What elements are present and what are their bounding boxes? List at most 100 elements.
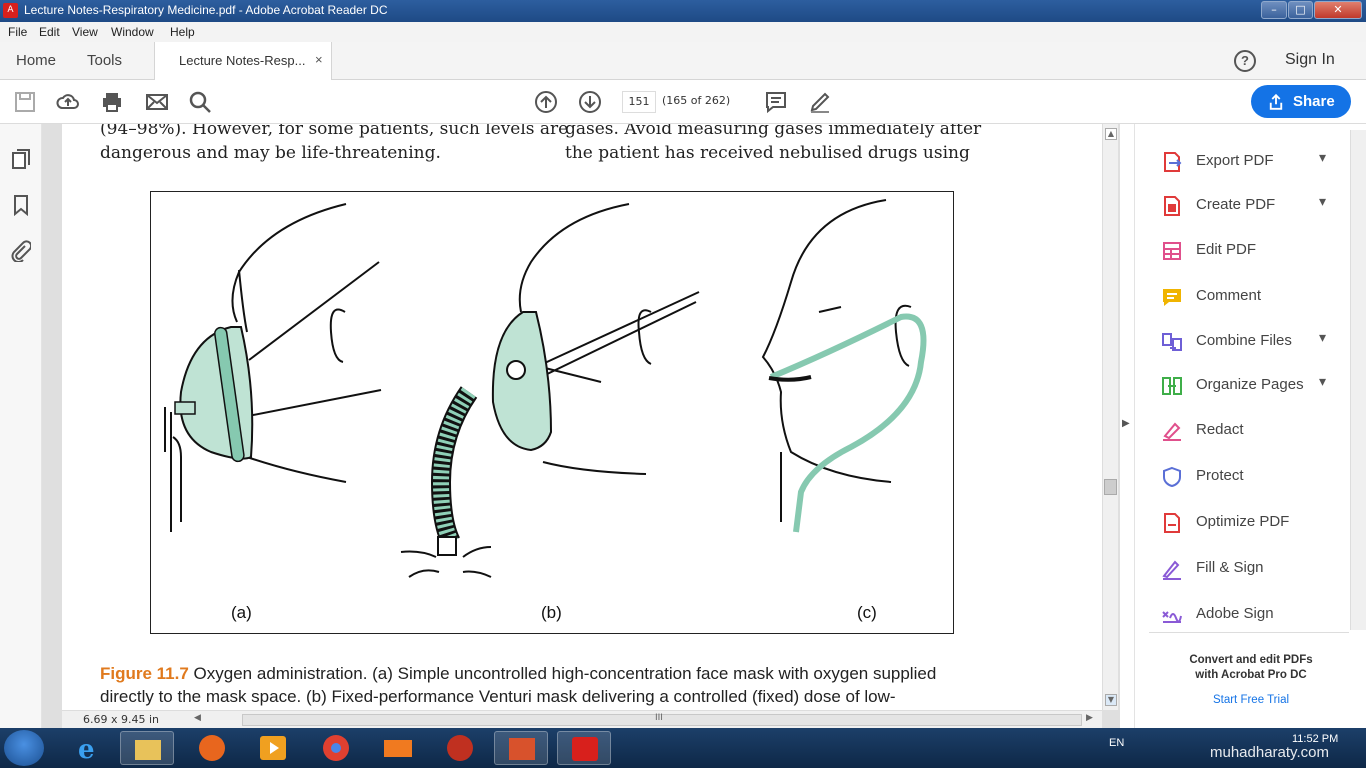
ie-icon[interactable]: e — [63, 731, 117, 765]
divider — [1149, 632, 1349, 633]
oxygen-mask-figure: (a) (b) (c) — [150, 191, 954, 634]
tool-label: Optimize PDF — [1196, 513, 1290, 530]
redact-icon — [1163, 422, 1181, 441]
acrobat-app-icon: A — [3, 3, 18, 18]
chevron-down-icon[interactable]: ▾ — [1319, 194, 1326, 210]
help-icon[interactable]: ? — [1234, 50, 1256, 72]
text-line: dangerous and may be life-threatening. — [100, 143, 441, 163]
tool-comment[interactable]: Comment — [1149, 280, 1349, 314]
tool-combine-files[interactable]: Combine Files ▾ — [1149, 325, 1349, 359]
chevron-down-icon[interactable]: ▾ — [1319, 374, 1326, 390]
firefox-icon[interactable] — [185, 731, 239, 765]
tool-export-pdf[interactable]: Export PDF ▾ — [1149, 145, 1349, 179]
tool-redact[interactable]: Redact — [1149, 414, 1349, 448]
share-button-label: Share — [1293, 93, 1335, 110]
bookmark-icon[interactable] — [11, 194, 31, 216]
tab-home[interactable]: Home — [16, 52, 56, 69]
collapse-right-icon[interactable]: ▶ — [1122, 418, 1130, 429]
tool-label: Create PDF — [1196, 196, 1276, 213]
vertical-scroll-thumb[interactable] — [1104, 479, 1117, 495]
edit-pdf-icon — [1163, 242, 1181, 260]
tool-label: Edit PDF — [1196, 241, 1257, 258]
title-bar: A Lecture Notes-Respiratory Medicine.pdf… — [0, 0, 1366, 22]
powerpoint-icon[interactable] — [494, 731, 548, 765]
vertical-scrollbar[interactable]: ▲ ▼ — [1102, 124, 1118, 710]
start-free-trial-link[interactable]: Start Free Trial — [1135, 694, 1366, 706]
acrobat-icon[interactable] — [557, 731, 611, 765]
app-icon[interactable] — [433, 731, 487, 765]
highlight-icon[interactable] — [808, 90, 832, 114]
chevron-down-icon[interactable]: ▾ — [1319, 150, 1326, 166]
email-icon[interactable] — [145, 90, 169, 114]
save-icon[interactable] — [13, 90, 37, 114]
minimize-button[interactable]: – — [1261, 1, 1287, 19]
tab-document[interactable]: Lecture Notes-Resp... × — [154, 42, 332, 80]
chevron-down-icon[interactable]: ▾ — [1319, 330, 1326, 346]
language-indicator[interactable]: EN — [1109, 737, 1124, 749]
tools-panel-scrollbar[interactable] — [1350, 130, 1366, 630]
tool-label: Export PDF — [1196, 152, 1274, 169]
page-down-icon[interactable] — [578, 90, 602, 114]
export-pdf-icon — [1164, 152, 1182, 172]
tool-label: Redact — [1196, 421, 1244, 438]
tab-tools[interactable]: Tools — [87, 52, 122, 69]
panel-label-b: (b) — [541, 603, 562, 622]
menu-view[interactable]: View — [72, 25, 98, 39]
page-count: (165 of 262) — [662, 94, 731, 107]
tool-edit-pdf[interactable]: Edit PDF — [1149, 234, 1349, 268]
horizontal-scrollbar[interactable]: III — [242, 713, 1082, 726]
hscroll-right-arrow[interactable]: ▶ — [1086, 713, 1093, 723]
share-button[interactable]: Share — [1251, 85, 1351, 118]
close-button[interactable]: ✕ — [1314, 1, 1362, 19]
share-icon — [1269, 93, 1283, 110]
mail-icon[interactable] — [371, 731, 425, 765]
toolbar: 151 (165 of 262) Share — [0, 80, 1366, 124]
fill-sign-icon — [1162, 560, 1181, 580]
page-up-icon[interactable] — [534, 90, 558, 114]
tool-label: Organize Pages — [1196, 376, 1304, 393]
maximize-button[interactable]: □ — [1288, 1, 1313, 19]
tool-optimize-pdf[interactable]: Optimize PDF — [1149, 506, 1349, 540]
text-line: (94–98%). However, for some patients, su… — [100, 124, 569, 139]
tab-document-label: Lecture Notes-Resp... — [179, 53, 306, 68]
comment-icon — [1163, 289, 1181, 306]
tool-organize-pages[interactable]: Organize Pages ▾ — [1149, 369, 1349, 403]
upload-icon[interactable] — [56, 90, 80, 114]
tool-label: Fill & Sign — [1196, 559, 1264, 576]
menu-edit[interactable]: Edit — [39, 25, 60, 39]
panel-c-prongs — [768, 375, 812, 382]
start-button[interactable] — [4, 730, 44, 766]
scroll-down-arrow[interactable]: ▼ — [1105, 694, 1117, 706]
tool-fill-sign[interactable]: Fill & Sign — [1149, 552, 1349, 586]
sign-in-link[interactable]: Sign In — [1285, 51, 1335, 69]
panel-a-connector — [174, 401, 196, 415]
explorer-icon[interactable] — [120, 731, 174, 765]
menu-file[interactable]: File — [8, 25, 27, 39]
status-bar: 6.69 x 9.45 in ◀ III ▶ — [62, 710, 1102, 728]
left-rail — [0, 124, 42, 728]
tool-create-pdf[interactable]: Create PDF ▾ — [1149, 189, 1349, 223]
figure-caption-line-2: directly to the mask space. (b) Fixed-pe… — [100, 687, 896, 706]
chrome-icon[interactable] — [309, 731, 363, 765]
attachment-icon[interactable] — [11, 240, 31, 262]
print-icon[interactable] — [100, 90, 124, 114]
combine-files-icon — [1162, 333, 1182, 351]
comment-tool-icon[interactable] — [764, 90, 788, 114]
page-number-input[interactable]: 151 — [622, 91, 656, 113]
pages-icon[interactable] — [11, 148, 31, 170]
scroll-up-arrow[interactable]: ▲ — [1105, 128, 1117, 140]
tab-close-icon[interactable]: × — [315, 52, 323, 67]
text-right-column: gases. Avoid measuring gases immediately… — [565, 124, 981, 165]
menu-window[interactable]: Window — [111, 25, 154, 39]
hscroll-left-arrow[interactable]: ◀ — [194, 713, 201, 723]
window-title: Lecture Notes-Respiratory Medicine.pdf -… — [24, 3, 388, 17]
hscroll-grip: III — [655, 713, 663, 723]
panel-b-valve — [506, 360, 526, 380]
svg-text:e: e — [78, 735, 95, 765]
tool-adobe-sign[interactable]: Adobe Sign — [1149, 598, 1349, 632]
watermark: muhadharaty.com — [1210, 744, 1329, 761]
menu-help[interactable]: Help — [170, 25, 195, 39]
media-player-icon[interactable] — [246, 731, 300, 765]
search-icon[interactable] — [188, 90, 212, 114]
tool-protect[interactable]: Protect — [1149, 460, 1349, 494]
